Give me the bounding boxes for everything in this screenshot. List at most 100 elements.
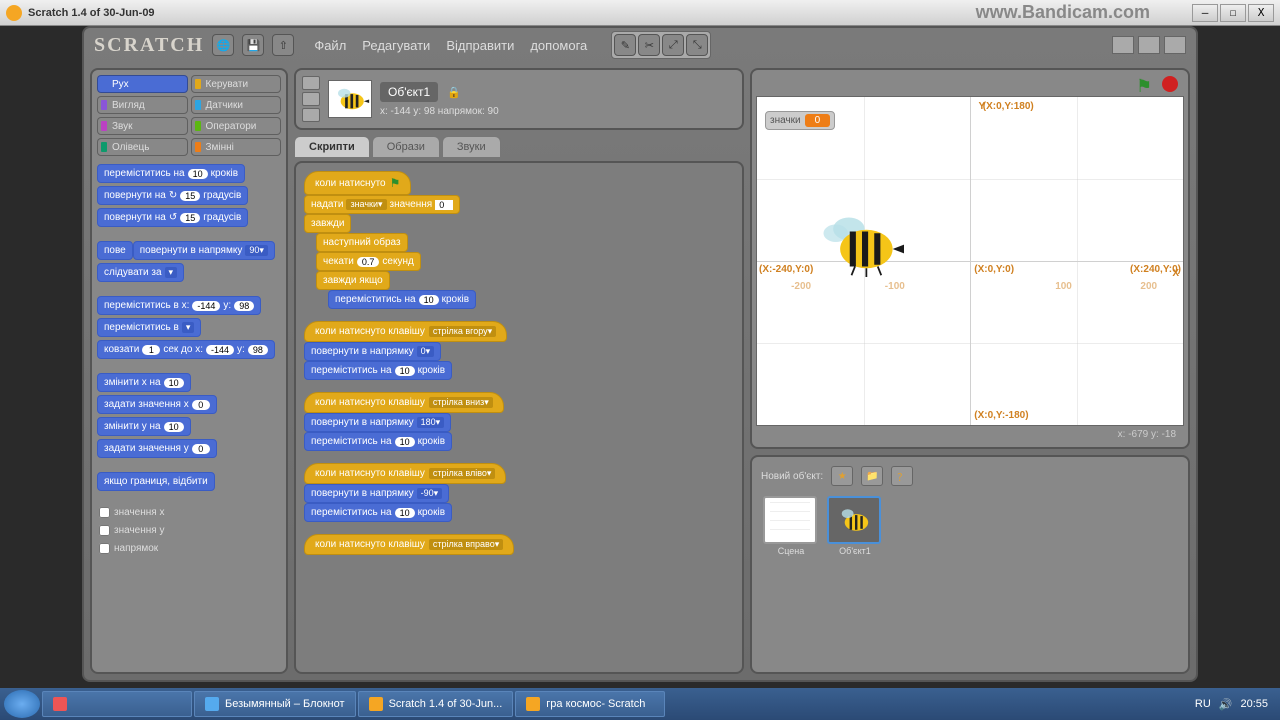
- taskbar-item[interactable]: [42, 691, 192, 717]
- import-sprite-button[interactable]: 📁: [861, 466, 883, 486]
- taskbar-item[interactable]: Безымянный – Блокнот: [194, 691, 356, 717]
- language-button[interactable]: 🌐: [212, 34, 234, 56]
- green-flag-button[interactable]: ⚑: [1136, 76, 1156, 94]
- block-forever-if[interactable]: завжди якщо: [316, 271, 390, 290]
- maximize-button[interactable]: ☐: [1220, 4, 1246, 22]
- block-bounce[interactable]: якщо границя, відбити: [97, 472, 215, 491]
- variable-monitor[interactable]: значки0: [765, 111, 835, 130]
- stage-tile-label: Сцена: [778, 546, 805, 556]
- block-forever[interactable]: завжди: [304, 214, 351, 233]
- category-Рух[interactable]: Рух: [97, 75, 188, 93]
- block-glide[interactable]: ковзати1сек до x:-144y:98: [97, 340, 275, 359]
- block-set-var[interactable]: надатизначки▾значення0: [304, 195, 460, 214]
- logo: SCRATCH: [94, 34, 204, 57]
- menubar: Файл Редагувати Відправити допомога: [308, 34, 593, 57]
- category-Олівець[interactable]: Олівець: [97, 138, 188, 156]
- tab-scripts[interactable]: Скрипти: [294, 136, 370, 157]
- script-area[interactable]: коли натиснуто⚑ надатизначки▾значення0 з…: [294, 161, 744, 674]
- rotate-none[interactable]: [302, 108, 320, 122]
- menu-share[interactable]: Відправити: [440, 34, 520, 57]
- tabs: Скрипти Образи Звуки: [294, 136, 744, 157]
- block-point-0[interactable]: повернути в напрямку0▾: [304, 342, 441, 361]
- sprite-coords: x: -144 y: 98 напрямок: 90: [380, 106, 736, 117]
- sprite-tile-1[interactable]: Об'єкт1: [827, 496, 883, 556]
- hat-key-up[interactable]: коли натиснуто клавішустрілка вгору▾: [304, 321, 507, 342]
- lock-icon[interactable]: 🔒: [447, 87, 461, 99]
- stage-tile[interactable]: Сцена: [763, 496, 819, 556]
- block-point-dir-trunc[interactable]: пове: [97, 241, 133, 260]
- watermark: www.Bandicam.com: [976, 2, 1150, 23]
- tick-n100: -100: [885, 281, 905, 292]
- block-move[interactable]: переміститись на10кроків: [328, 290, 476, 309]
- taskbar-item[interactable]: гра космос- Scratch: [515, 691, 665, 717]
- clock: 20:55: [1240, 698, 1268, 710]
- menu-file[interactable]: Файл: [308, 34, 352, 57]
- rotate-lr[interactable]: [302, 92, 320, 106]
- category-Керувати[interactable]: Керувати: [191, 75, 282, 93]
- block-turn-ccw[interactable]: повернути на↺15градусів: [97, 208, 248, 227]
- surprise-sprite-button[interactable]: ？: [891, 466, 913, 486]
- stage[interactable]: значки0 Y X (X:0,Y:180) (X:-240,Y:0) (X:…: [756, 96, 1184, 426]
- reporter-dir[interactable]: напрямок: [97, 541, 281, 556]
- block-move-10c[interactable]: переміститись на10кроків: [304, 503, 452, 522]
- menu-help[interactable]: допомога: [524, 34, 593, 57]
- mouse-coords: x: -679 y: -18: [756, 426, 1184, 443]
- block-point-dir[interactable]: повернути в напрямку90▾: [133, 241, 275, 260]
- category-Вигляд[interactable]: Вигляд: [97, 96, 188, 114]
- tool-grow[interactable]: ⤢: [662, 34, 684, 56]
- block-point-n90[interactable]: повернути в напрямку-90▾: [304, 484, 449, 503]
- hat-greenflag[interactable]: коли натиснуто⚑: [304, 171, 411, 195]
- paint-sprite-button[interactable]: ★: [831, 466, 853, 486]
- sprites-panel: Новий об'єкт: ★ 📁 ？ Сцена Об'єкт1: [750, 455, 1190, 674]
- block-point-towards[interactable]: слідувати за▾: [97, 263, 184, 282]
- tab-sounds[interactable]: Звуки: [442, 136, 501, 157]
- tab-costumes[interactable]: Образи: [372, 136, 440, 157]
- block-move-steps[interactable]: переміститись на10кроків: [97, 164, 245, 183]
- lang-indicator[interactable]: RU: [1195, 698, 1211, 710]
- view-present[interactable]: [1164, 36, 1186, 54]
- block-change-y[interactable]: змінити y на10: [97, 417, 191, 436]
- category-Оператори[interactable]: Оператори: [191, 117, 282, 135]
- block-set-y[interactable]: задати значення y0: [97, 439, 217, 458]
- taskbar: Безымянный – Блокнот Scratch 1.4 of 30-J…: [0, 688, 1280, 720]
- reporter-y[interactable]: значення y: [97, 523, 281, 538]
- close-button[interactable]: X: [1248, 4, 1274, 22]
- block-goto-xy[interactable]: переміститись в x:-144y:98: [97, 296, 261, 315]
- minimize-button[interactable]: —: [1192, 4, 1218, 22]
- start-button[interactable]: [4, 690, 40, 718]
- view-small[interactable]: [1112, 36, 1134, 54]
- block-move-10b[interactable]: переміститись на10кроків: [304, 432, 452, 451]
- block-change-x[interactable]: змінити x на10: [97, 373, 191, 392]
- coord-center: (X:0,Y:0): [974, 264, 1014, 275]
- rotate-free[interactable]: [302, 76, 320, 90]
- sprite-name[interactable]: Об'єкт1: [380, 82, 438, 102]
- category-Звук[interactable]: Звук: [97, 117, 188, 135]
- menu-edit[interactable]: Редагувати: [356, 34, 436, 57]
- block-turn-cw[interactable]: повернути на↻15градусів: [97, 186, 248, 205]
- hat-key-down[interactable]: коли натиснуто клавішустрілка вниз▾: [304, 392, 504, 413]
- tool-shrink[interactable]: ⤡: [686, 34, 708, 56]
- bee-sprite[interactable]: [817, 207, 907, 280]
- taskbar-item[interactable]: Scratch 1.4 of 30-Jun...: [358, 691, 514, 717]
- save-button[interactable]: 💾: [242, 34, 264, 56]
- system-tray[interactable]: RU 🔊 20:55: [1195, 698, 1276, 711]
- tool-stamp[interactable]: ✎: [614, 34, 636, 56]
- category-Змінні[interactable]: Змінні: [191, 138, 282, 156]
- tool-cut[interactable]: ✂: [638, 34, 660, 56]
- block-point-180[interactable]: повернути в напрямку180▾: [304, 413, 451, 432]
- share-button[interactable]: ⇧: [272, 34, 294, 56]
- category-Датчики[interactable]: Датчики: [191, 96, 282, 114]
- view-normal[interactable]: [1138, 36, 1160, 54]
- stop-button[interactable]: [1162, 76, 1178, 92]
- block-wait[interactable]: чекати0.7секунд: [316, 252, 421, 271]
- app-icon: [6, 5, 22, 21]
- scratch-app: SCRATCH 🌐 💾 ⇧ Файл Редагувати Відправити…: [82, 26, 1198, 682]
- block-move-10[interactable]: переміститись на10кроків: [304, 361, 452, 380]
- hat-key-right[interactable]: коли натиснуто клавішустрілка вправо▾: [304, 534, 514, 555]
- block-goto[interactable]: переміститись в▾: [97, 318, 201, 337]
- hat-key-left[interactable]: коли натиснуто клавішустрілка вліво▾: [304, 463, 506, 484]
- block-next-costume[interactable]: наступний образ: [316, 233, 408, 252]
- tick-n200: -200: [791, 281, 811, 292]
- reporter-x[interactable]: значення x: [97, 505, 281, 520]
- block-set-x[interactable]: задати значення x0: [97, 395, 217, 414]
